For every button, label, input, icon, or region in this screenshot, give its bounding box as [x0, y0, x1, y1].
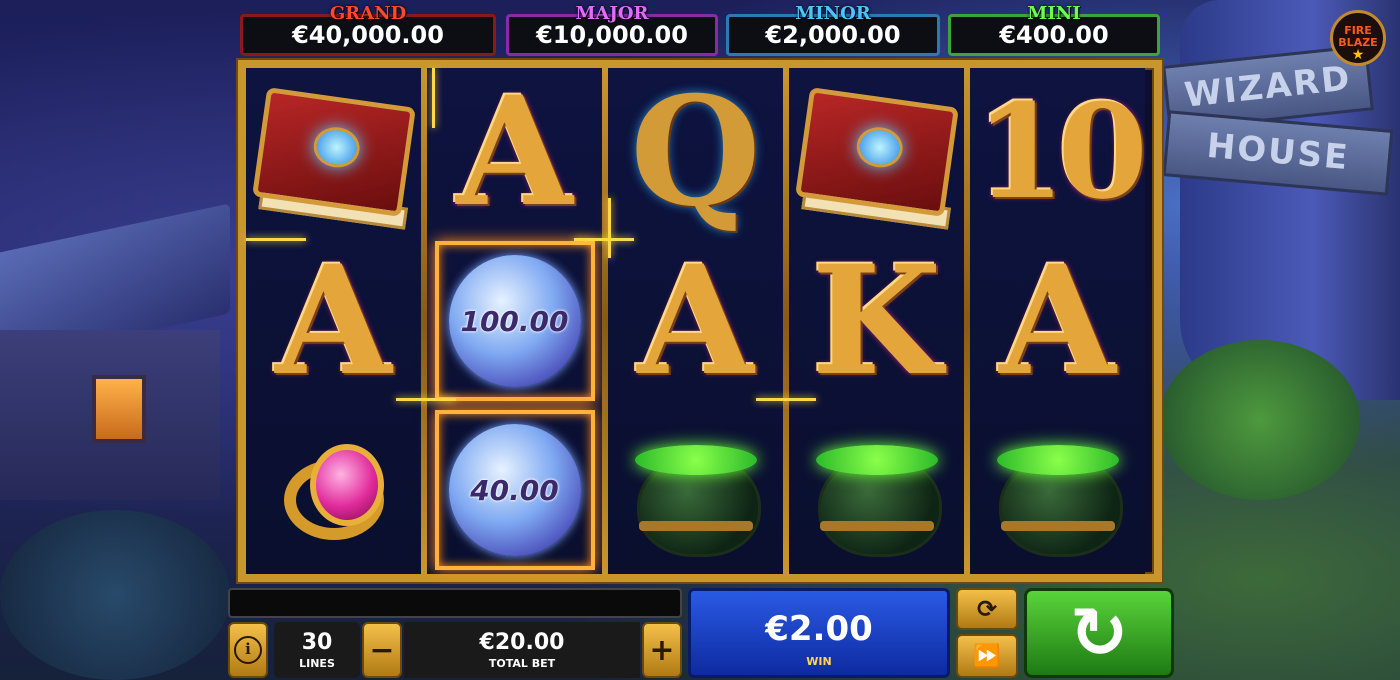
reel-cell — [608, 406, 783, 574]
reel-cell: A — [427, 68, 602, 236]
increase-bet-button[interactable]: + — [642, 622, 682, 678]
control-panel: i 30 LINES − €20.00 TOTAL BET + €2.00 WI… — [226, 586, 1176, 680]
lines-label: LINES — [299, 657, 335, 670]
win-sparkle — [608, 198, 611, 258]
reel-divider — [964, 68, 970, 574]
jackpot-major-title: MAJOR — [575, 3, 649, 24]
reel-cell — [246, 406, 421, 574]
win-sparkle — [756, 398, 816, 401]
reel-cell — [789, 406, 964, 574]
orb-value: 100.00 — [460, 304, 569, 338]
win-label: WIN — [806, 655, 832, 668]
symbol-a: A — [637, 233, 754, 409]
reel-cell: A — [608, 237, 783, 405]
total-bet-value: €20.00 — [479, 630, 565, 655]
reel-cell: Q — [608, 68, 783, 236]
win-display: €2.00 WIN — [688, 588, 950, 678]
jackpot-mini-title: MINI — [1027, 3, 1081, 24]
lines-value: 30 — [301, 630, 333, 655]
reel-cell: 100.00 — [427, 237, 602, 405]
spell-book-icon — [251, 87, 416, 230]
minus-icon: − — [369, 632, 395, 668]
reel-1: A — [246, 68, 421, 574]
symbol-a: A — [999, 233, 1116, 409]
reels-grid: A A 100.00 40.00 Q A K 10 A — [238, 60, 1162, 582]
lit-window — [92, 375, 146, 443]
bush — [1160, 340, 1360, 500]
info-icon: i — [234, 636, 262, 664]
wizard-cottage — [0, 160, 240, 500]
symbol-10: 10 — [975, 75, 1148, 228]
info-button[interactable]: i — [228, 622, 268, 678]
reel-cell: K — [789, 237, 964, 405]
cauldron-icon — [631, 425, 761, 557]
bush — [0, 510, 230, 680]
reel-cell: 10 — [970, 68, 1148, 236]
autoplay-icon: ⟳ — [976, 595, 998, 623]
jackpot-minor-title: MINOR — [795, 3, 871, 24]
symbol-q: Q — [630, 64, 761, 240]
reel-cell: 40.00 — [427, 406, 602, 574]
symbol-a: A — [275, 233, 392, 409]
win-sparkle — [396, 398, 456, 401]
spell-book-icon — [794, 87, 959, 230]
message-bar — [228, 588, 682, 618]
reel-cell: A — [246, 237, 421, 405]
autoplay-button[interactable]: ⟳ — [956, 588, 1018, 630]
win-sparkle — [574, 238, 634, 241]
orb-symbol-frame: 100.00 — [434, 241, 595, 401]
win-sparkle — [246, 238, 306, 241]
lines-display: 30 LINES — [274, 622, 360, 678]
symbol-k: K — [811, 233, 942, 409]
turbo-button[interactable]: ⏩ — [956, 634, 1018, 678]
reel-divider — [421, 68, 427, 574]
reel-cell — [970, 406, 1145, 574]
fire-blaze-logo: FIRE BLAZE ★ — [1330, 10, 1386, 66]
reel-3: QA — [608, 68, 783, 574]
decrease-bet-button[interactable]: − — [362, 622, 402, 678]
jackpot-minor: MINOR €2,000.00 — [726, 3, 940, 56]
gem-ring-icon — [274, 430, 394, 550]
jackpot-mini: MINI €400.00 — [948, 3, 1160, 56]
total-bet-display: €20.00 TOTAL BET — [404, 622, 640, 678]
star-icon: ★ — [1351, 47, 1365, 63]
spin-icon: ↻ — [1069, 592, 1129, 674]
reel-divider — [783, 68, 789, 574]
jackpot-grand-title: GRAND — [329, 3, 407, 24]
fast-forward-icon: ⏩ — [973, 643, 1001, 669]
reel-5: 10 A — [970, 68, 1148, 574]
spin-button[interactable]: ↻ — [1024, 588, 1174, 678]
magic-orb-icon: 40.00 — [448, 424, 581, 556]
reel-4: K — [789, 68, 964, 574]
reel-cell: A — [970, 237, 1145, 405]
symbol-a: A — [456, 64, 573, 240]
orb-value: 40.00 — [470, 473, 559, 507]
reel-cell — [789, 68, 964, 236]
reel-cell — [246, 68, 421, 236]
orb-symbol-frame: 40.00 — [434, 410, 595, 570]
plus-icon: + — [649, 632, 675, 668]
reel-divider — [602, 68, 608, 574]
cauldron-icon — [993, 425, 1123, 557]
cauldron-icon — [812, 425, 942, 557]
jackpot-grand: GRAND €40,000.00 — [240, 3, 496, 56]
reel-2: A 100.00 40.00 — [427, 68, 602, 574]
magic-orb-icon: 100.00 — [448, 255, 581, 387]
win-sparkle — [432, 68, 435, 128]
win-value: €2.00 — [765, 609, 873, 649]
jackpot-major: MAJOR €10,000.00 — [506, 3, 718, 56]
total-bet-label: TOTAL BET — [488, 657, 556, 670]
